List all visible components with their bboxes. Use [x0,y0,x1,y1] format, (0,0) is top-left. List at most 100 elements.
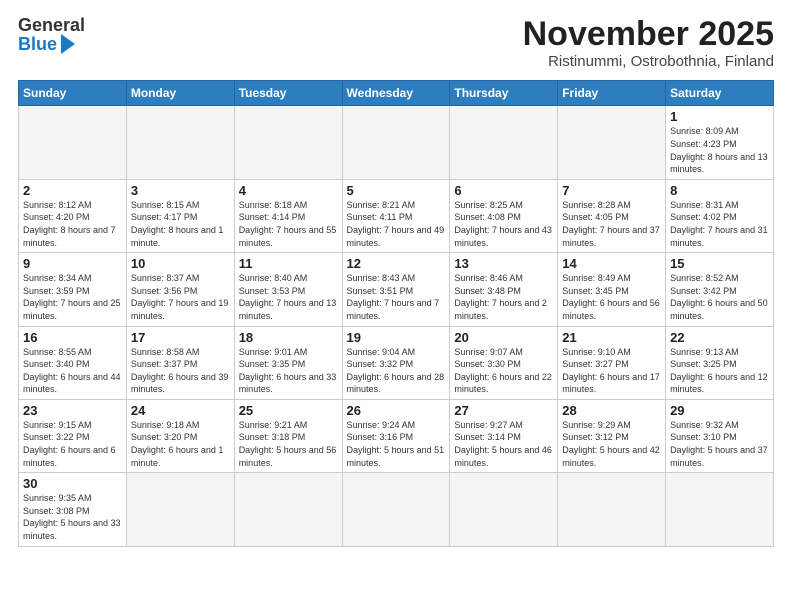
day-info: Sunrise: 9:35 AM Sunset: 3:08 PM Dayligh… [23,492,122,542]
logo-triangle-icon [61,34,75,54]
day-info: Sunrise: 8:09 AM Sunset: 4:23 PM Dayligh… [670,125,769,175]
table-row: 14Sunrise: 8:49 AM Sunset: 3:45 PM Dayli… [558,253,666,326]
day-info: Sunrise: 9:13 AM Sunset: 3:25 PM Dayligh… [670,346,769,396]
day-number: 9 [23,256,122,271]
table-row [666,473,774,546]
day-number: 2 [23,183,122,198]
day-number: 18 [239,330,338,345]
table-row: 21Sunrise: 9:10 AM Sunset: 3:27 PM Dayli… [558,326,666,399]
table-row: 15Sunrise: 8:52 AM Sunset: 3:42 PM Dayli… [666,253,774,326]
day-number: 8 [670,183,769,198]
table-row: 13Sunrise: 8:46 AM Sunset: 3:48 PM Dayli… [450,253,558,326]
table-row [234,473,342,546]
day-info: Sunrise: 9:27 AM Sunset: 3:14 PM Dayligh… [454,419,553,469]
day-number: 29 [670,403,769,418]
col-wednesday: Wednesday [342,81,450,106]
day-number: 12 [347,256,446,271]
col-thursday: Thursday [450,81,558,106]
day-info: Sunrise: 8:28 AM Sunset: 4:05 PM Dayligh… [562,199,661,249]
day-info: Sunrise: 8:49 AM Sunset: 3:45 PM Dayligh… [562,272,661,322]
day-info: Sunrise: 9:01 AM Sunset: 3:35 PM Dayligh… [239,346,338,396]
location: Ristinummi, Ostrobothnia, Finland [523,53,774,70]
table-row: 26Sunrise: 9:24 AM Sunset: 3:16 PM Dayli… [342,399,450,472]
header: General Blue November 2025 Ristinummi, O… [18,16,774,70]
page: General Blue November 2025 Ristinummi, O… [0,0,792,612]
col-saturday: Saturday [666,81,774,106]
table-row: 6Sunrise: 8:25 AM Sunset: 4:08 PM Daylig… [450,179,558,252]
table-row: 25Sunrise: 9:21 AM Sunset: 3:18 PM Dayli… [234,399,342,472]
table-row: 27Sunrise: 9:27 AM Sunset: 3:14 PM Dayli… [450,399,558,472]
table-row: 9Sunrise: 8:34 AM Sunset: 3:59 PM Daylig… [19,253,127,326]
day-info: Sunrise: 8:25 AM Sunset: 4:08 PM Dayligh… [454,199,553,249]
day-number: 25 [239,403,338,418]
table-row [450,473,558,546]
calendar-table: Sunday Monday Tuesday Wednesday Thursday… [18,80,774,546]
table-row: 16Sunrise: 8:55 AM Sunset: 3:40 PM Dayli… [19,326,127,399]
day-number: 19 [347,330,446,345]
table-row: 17Sunrise: 8:58 AM Sunset: 3:37 PM Dayli… [126,326,234,399]
table-row: 3Sunrise: 8:15 AM Sunset: 4:17 PM Daylig… [126,179,234,252]
title-area: November 2025 Ristinummi, Ostrobothnia, … [523,16,774,70]
day-number: 7 [562,183,661,198]
day-info: Sunrise: 9:15 AM Sunset: 3:22 PM Dayligh… [23,419,122,469]
table-row: 18Sunrise: 9:01 AM Sunset: 3:35 PM Dayli… [234,326,342,399]
table-row [558,106,666,179]
day-number: 27 [454,403,553,418]
day-number: 15 [670,256,769,271]
day-number: 28 [562,403,661,418]
table-row [558,473,666,546]
table-row [126,473,234,546]
day-number: 14 [562,256,661,271]
logo-text-blue: Blue [18,35,57,53]
day-number: 13 [454,256,553,271]
day-info: Sunrise: 8:46 AM Sunset: 3:48 PM Dayligh… [454,272,553,322]
day-number: 20 [454,330,553,345]
table-row: 29Sunrise: 9:32 AM Sunset: 3:10 PM Dayli… [666,399,774,472]
col-sunday: Sunday [19,81,127,106]
table-row: 7Sunrise: 8:28 AM Sunset: 4:05 PM Daylig… [558,179,666,252]
table-row [342,106,450,179]
day-number: 5 [347,183,446,198]
day-info: Sunrise: 9:18 AM Sunset: 3:20 PM Dayligh… [131,419,230,469]
table-row: 22Sunrise: 9:13 AM Sunset: 3:25 PM Dayli… [666,326,774,399]
day-info: Sunrise: 8:43 AM Sunset: 3:51 PM Dayligh… [347,272,446,322]
day-info: Sunrise: 8:34 AM Sunset: 3:59 PM Dayligh… [23,272,122,322]
table-row: 10Sunrise: 8:37 AM Sunset: 3:56 PM Dayli… [126,253,234,326]
day-info: Sunrise: 9:32 AM Sunset: 3:10 PM Dayligh… [670,419,769,469]
day-number: 26 [347,403,446,418]
day-info: Sunrise: 9:10 AM Sunset: 3:27 PM Dayligh… [562,346,661,396]
day-number: 4 [239,183,338,198]
col-tuesday: Tuesday [234,81,342,106]
col-monday: Monday [126,81,234,106]
month-title: November 2025 [523,16,774,53]
table-row: 5Sunrise: 8:21 AM Sunset: 4:11 PM Daylig… [342,179,450,252]
table-row: 19Sunrise: 9:04 AM Sunset: 3:32 PM Dayli… [342,326,450,399]
day-info: Sunrise: 8:37 AM Sunset: 3:56 PM Dayligh… [131,272,230,322]
calendar-header-row: Sunday Monday Tuesday Wednesday Thursday… [19,81,774,106]
day-number: 22 [670,330,769,345]
day-number: 1 [670,109,769,124]
day-number: 23 [23,403,122,418]
day-info: Sunrise: 8:55 AM Sunset: 3:40 PM Dayligh… [23,346,122,396]
table-row [234,106,342,179]
table-row: 23Sunrise: 9:15 AM Sunset: 3:22 PM Dayli… [19,399,127,472]
table-row: 11Sunrise: 8:40 AM Sunset: 3:53 PM Dayli… [234,253,342,326]
day-info: Sunrise: 9:04 AM Sunset: 3:32 PM Dayligh… [347,346,446,396]
day-info: Sunrise: 8:15 AM Sunset: 4:17 PM Dayligh… [131,199,230,249]
day-number: 30 [23,476,122,491]
table-row [19,106,127,179]
table-row [450,106,558,179]
day-number: 6 [454,183,553,198]
table-row: 28Sunrise: 9:29 AM Sunset: 3:12 PM Dayli… [558,399,666,472]
day-number: 3 [131,183,230,198]
col-friday: Friday [558,81,666,106]
table-row: 20Sunrise: 9:07 AM Sunset: 3:30 PM Dayli… [450,326,558,399]
day-number: 11 [239,256,338,271]
day-info: Sunrise: 8:58 AM Sunset: 3:37 PM Dayligh… [131,346,230,396]
day-number: 17 [131,330,230,345]
table-row: 24Sunrise: 9:18 AM Sunset: 3:20 PM Dayli… [126,399,234,472]
day-info: Sunrise: 9:21 AM Sunset: 3:18 PM Dayligh… [239,419,338,469]
table-row [126,106,234,179]
day-info: Sunrise: 8:52 AM Sunset: 3:42 PM Dayligh… [670,272,769,322]
table-row: 8Sunrise: 8:31 AM Sunset: 4:02 PM Daylig… [666,179,774,252]
